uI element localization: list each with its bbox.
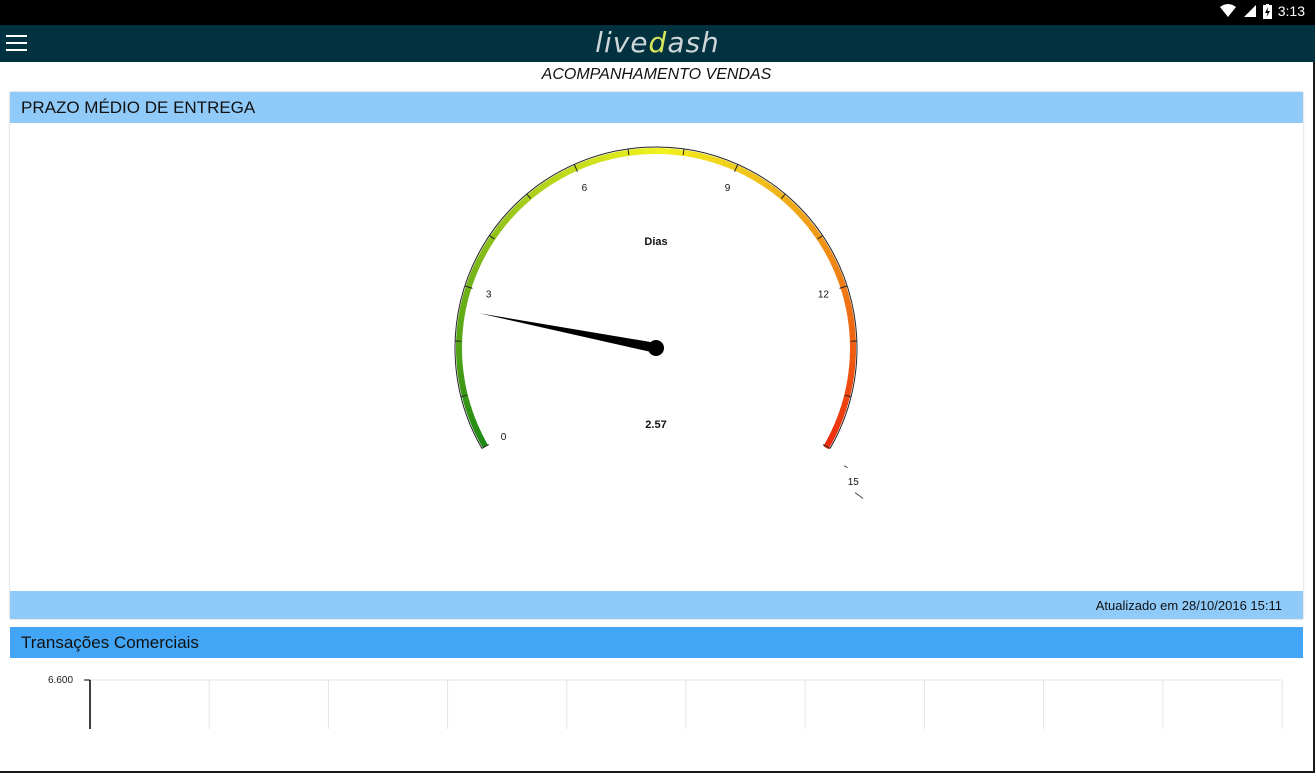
- gauge-card-title: PRAZO MÉDIO DE ENTREGA: [21, 98, 256, 117]
- gauge-outer-mark: [854, 492, 864, 499]
- chart-card-title: Transações Comerciais: [21, 633, 199, 652]
- gauge-outer-mark: [844, 465, 848, 469]
- gauge-needle-shape: [479, 313, 657, 353]
- updated-timestamp: Atualizado em 28/10/2016 15:11: [1095, 598, 1282, 613]
- chart-grid: [84, 679, 1283, 729]
- logo-prefix: live: [595, 26, 649, 59]
- gauge-arc: [454, 146, 858, 450]
- chart-card: Transações Comerciais 6.600: [10, 627, 1303, 729]
- gauge-ticks: [455, 148, 864, 499]
- status-time: 3:13: [1277, 3, 1305, 19]
- wifi-icon: [1219, 4, 1236, 17]
- gauge-unit-label: Dias: [644, 236, 667, 248]
- gauge-tick-label: 0: [501, 432, 507, 443]
- status-bar: 3:13: [0, 0, 1315, 25]
- gauge-card-header: PRAZO MÉDIO DE ENTREGA: [10, 92, 1303, 123]
- gauge-tick-label: 15: [848, 477, 860, 488]
- gauge-tick-labels: 0 3 6 9 12 15: [486, 183, 859, 488]
- gauge-tick-label: 6: [582, 183, 588, 194]
- gauge-hub: [648, 340, 664, 356]
- gauge-needle: [479, 313, 657, 353]
- speed-gauge: 0 3 6 9 12 15 Dias 2.57: [454, 146, 864, 499]
- signal-icon: [1243, 5, 1256, 17]
- gauge-tick-label: 3: [486, 290, 492, 301]
- app-bar: livedash: [0, 25, 1315, 62]
- gauge-card-footer: Atualizado em 28/10/2016 15:11: [10, 591, 1303, 619]
- gauge-card: PRAZO MÉDIO DE ENTREGA 0 3 6 9 12 15 Dias 2.5…: [10, 92, 1303, 619]
- page-title: ACOMPANHAMENTO VENDAS: [541, 66, 772, 83]
- chart-card-header: Transações Comerciais: [10, 627, 1303, 658]
- gauge-tick-label: 12: [818, 290, 830, 301]
- battery-icon: [1262, 3, 1272, 19]
- gauge-arc-border: [454, 146, 858, 449]
- app-logo: livedash: [0, 26, 1315, 59]
- gauge-tick-label: 9: [725, 183, 731, 194]
- gauge-value-label: 2.57: [645, 419, 666, 431]
- logo-accent: d: [648, 26, 668, 59]
- logo-suffix: ash: [667, 26, 720, 59]
